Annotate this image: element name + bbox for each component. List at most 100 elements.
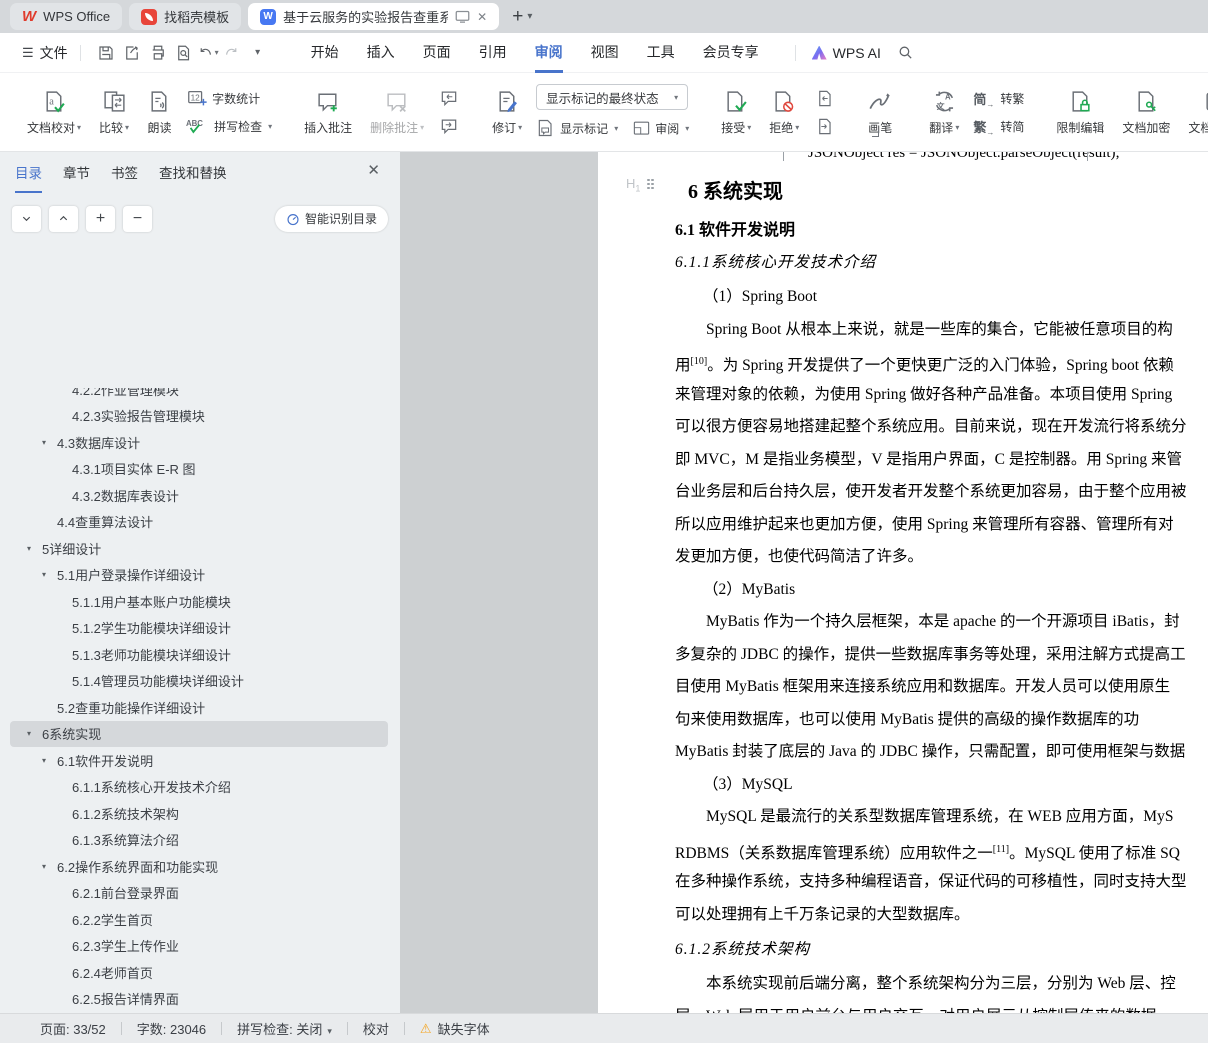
outline-item[interactable]: 5.1.2学生功能模块详细设计	[10, 615, 388, 642]
simplified-to-traditional-button[interactable]: 简→ 转繁	[973, 86, 1024, 110]
tab-list-chevron-icon[interactable]: ▾	[527, 11, 532, 22]
outline-item[interactable]: 6.2.1前台登录界面	[10, 880, 388, 907]
outline-item[interactable]: 4.4查重算法设计	[10, 509, 388, 536]
close-tab-icon[interactable]: ✕	[477, 10, 487, 24]
comment-bubble-icon[interactable]	[455, 10, 470, 23]
outline-collapse-button[interactable]: −	[123, 205, 152, 232]
wps-ai-button[interactable]: WPS AI	[811, 45, 881, 61]
proofread-status-button[interactable]: 校对	[363, 1019, 389, 1038]
page-indicator[interactable]: 页面: 33/52	[40, 1019, 106, 1038]
menu-item[interactable]: 开始	[311, 33, 339, 73]
track-changes-label: 修订	[492, 120, 517, 135]
outline-item[interactable]: ▾ 6.2操作系统界面和功能实现	[10, 853, 388, 880]
outline-item[interactable]: 6.2.4老师首页	[10, 959, 388, 986]
outline-item[interactable]: ▾ 5.1用户登录操作详细设计	[10, 562, 388, 589]
outline-item[interactable]: ▾ 6系统实现	[10, 720, 388, 747]
outline-item[interactable]: 6.1.1系统核心开发技术介绍	[10, 774, 388, 801]
quickbar-more-chevron-icon[interactable]: ▾	[245, 41, 271, 65]
heading-gutter-marker[interactable]: H1	[626, 176, 655, 194]
menu-item[interactable]: 插入	[367, 33, 395, 73]
spell-check-button[interactable]: ABC 拼写检查 ▾	[186, 114, 272, 138]
accept-change-button[interactable]: 接受 ▾	[712, 80, 760, 144]
tab-wps-home[interactable]: W WPS Office	[10, 3, 123, 30]
finalize-document-button[interactable]: 文档定稿▾	[1179, 80, 1208, 144]
compare-button[interactable]: 比较 ▾	[90, 80, 138, 144]
sidebar-tab-bookmarks[interactable]: 书签	[111, 162, 138, 191]
outline-item[interactable]: 4.3.2数据库表设计	[10, 482, 388, 509]
smart-outline-button[interactable]: 智能识别目录	[274, 205, 388, 232]
sidebar-tab-outline[interactable]: 目录	[15, 162, 42, 193]
outline-item[interactable]: 5.1.4管理员功能模块详细设计	[10, 668, 388, 695]
outline-prev-button[interactable]	[49, 205, 78, 232]
collapse-arrow-icon[interactable]: ▾	[42, 756, 57, 765]
encrypt-document-button[interactable]: 文档加密	[1113, 80, 1179, 144]
document-page[interactable]: H1 JSONObject res = JSONObject.parseObje…	[598, 152, 1208, 1013]
outline-item[interactable]: 6.2.2学生首页	[10, 906, 388, 933]
file-menu-button[interactable]: ☰ 文件	[22, 43, 68, 63]
search-icon[interactable]	[893, 41, 919, 65]
word-count-button[interactable]: 12 字数统计	[186, 86, 272, 110]
read-aloud-button[interactable]: 朗读	[138, 80, 181, 144]
outline-item[interactable]: 5.2查重功能操作详细设计	[10, 694, 388, 721]
prev-comment-button[interactable]	[437, 87, 461, 109]
tab-document[interactable]: W 基于云服务的实验报告查重系 ✕	[248, 3, 500, 30]
menu-item[interactable]: 引用	[479, 33, 507, 73]
outline-item[interactable]: ▾ 4.3数据库设计	[10, 429, 388, 456]
outline-item[interactable]: 6.2.5报告详情界面	[10, 986, 388, 1013]
outline-expand-button[interactable]: +	[86, 205, 115, 232]
export-icon[interactable]	[119, 41, 145, 65]
outline-next-button[interactable]	[12, 205, 41, 232]
spell-check-status[interactable]: 拼写检查: 关闭 ▾	[237, 1019, 332, 1038]
sidebar-tab-chapters[interactable]: 章节	[63, 162, 90, 191]
ink-pen-button[interactable]: 画笔	[858, 80, 902, 144]
menu-item[interactable]: 会员专享	[703, 33, 759, 73]
menu-item[interactable]: 页面	[423, 33, 451, 73]
menu-item[interactable]: 视图	[591, 33, 619, 73]
print-icon[interactable]	[145, 41, 171, 65]
proofread-button[interactable]: a 文档校对 ▾	[18, 80, 90, 144]
traditional-to-simplified-button[interactable]: 繁→ 转简	[973, 114, 1024, 138]
drag-handle-icon[interactable]	[647, 178, 655, 191]
menu-item[interactable]: 工具	[647, 33, 675, 73]
new-tab-button[interactable]: +	[512, 6, 523, 28]
menu-item[interactable]: 审阅	[534, 33, 563, 73]
reject-change-button[interactable]: 拒绝 ▾	[760, 80, 808, 144]
word-count-indicator[interactable]: 字数: 23046	[137, 1019, 206, 1038]
outline-item[interactable]: 4.2.2作业管理模块	[10, 388, 388, 403]
markup-state-select[interactable]: 显示标记的最终状态 ▾	[536, 84, 689, 110]
redo-button[interactable]	[219, 41, 245, 65]
collapse-arrow-icon[interactable]: ▾	[42, 570, 57, 579]
tab-docer-templates[interactable]: 找稻壳模板	[129, 3, 242, 30]
outline-item[interactable]: 5.1.3老师功能模块详细设计	[10, 641, 388, 668]
prev-change-button[interactable]	[812, 87, 836, 109]
outline-item[interactable]: ▾ 6.1软件开发说明	[10, 747, 388, 774]
next-comment-button[interactable]	[437, 115, 461, 137]
outline-item[interactable]: 6.1.3系统算法介绍	[10, 827, 388, 854]
collapse-arrow-icon[interactable]: ▾	[27, 544, 42, 553]
insert-comment-button[interactable]: 插入批注	[295, 80, 361, 144]
print-preview-icon[interactable]	[171, 41, 197, 65]
sidebar-tab-find-replace[interactable]: 查找和替换	[159, 162, 227, 191]
missing-font-warning[interactable]: 缺失字体	[438, 1019, 490, 1038]
save-icon[interactable]	[93, 41, 119, 65]
collapse-arrow-icon[interactable]: ▾	[42, 438, 57, 447]
outline-item-label: 4.3数据库设计	[57, 435, 141, 451]
collapse-arrow-icon[interactable]: ▾	[42, 862, 57, 871]
group-expand-icon[interactable]	[872, 130, 879, 137]
review-pane-button[interactable]: 审阅 ▾	[632, 116, 689, 140]
close-sidebar-icon[interactable]: ✕	[367, 161, 380, 179]
restrict-editing-button[interactable]: 限制编辑	[1047, 80, 1113, 144]
outline-item[interactable]: 6.1.2系统技术架构	[10, 800, 388, 827]
outline-item[interactable]: 4.3.1项目实体 E-R 图	[10, 456, 388, 483]
translate-button[interactable]: A文 翻译 ▾	[920, 80, 968, 144]
outline-item[interactable]: 6.2.3学生上传作业	[10, 933, 388, 960]
show-markup-button[interactable]: 显示标记 ▾	[536, 116, 618, 140]
outline-item[interactable]: ▾ 5详细设计	[10, 535, 388, 562]
collapse-arrow-icon[interactable]: ▾	[27, 729, 42, 738]
next-change-button[interactable]	[812, 115, 836, 137]
outline-item[interactable]: 4.2.3实验报告管理模块	[10, 403, 388, 430]
track-changes-button[interactable]: 修订 ▾	[483, 80, 531, 144]
delete-comment-button[interactable]: 删除批注 ▾	[361, 80, 433, 144]
undo-button[interactable]: ▾	[197, 44, 219, 61]
outline-item[interactable]: 5.1.1用户基本账户功能模块	[10, 588, 388, 615]
